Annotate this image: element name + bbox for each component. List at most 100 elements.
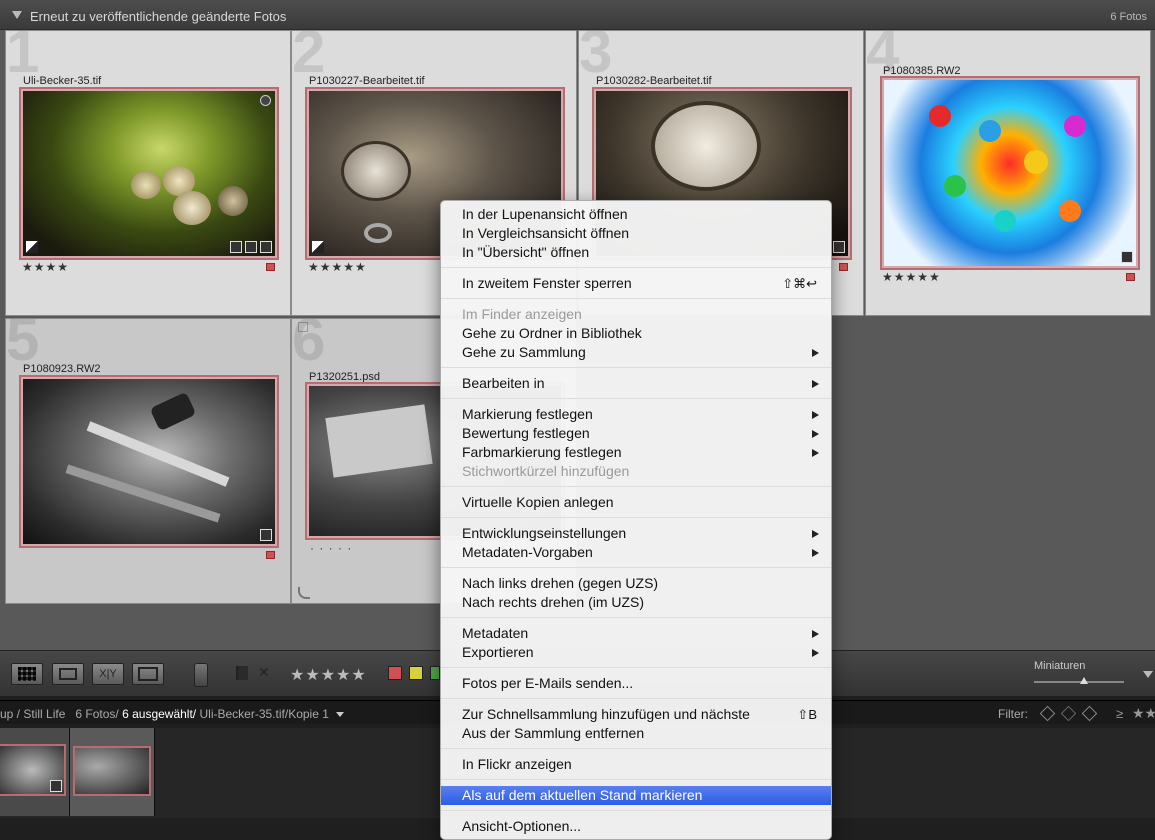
chevron-down-icon[interactable] (336, 712, 345, 718)
menu-item-go-to-collection[interactable]: Gehe zu Sammlung (441, 343, 831, 362)
menu-item-add-keyword-shortcut: Stichwortkürzel hinzufügen (462, 463, 630, 479)
thumbnail-image (23, 91, 275, 256)
filter-rating-operator[interactable]: ≥ (1116, 706, 1123, 721)
survey-icon (138, 667, 158, 681)
menu-separator (441, 567, 831, 568)
menu-item-open-loupe[interactable]: In der Lupenansicht öffnen (441, 205, 831, 224)
grid-view-button[interactable] (11, 663, 43, 685)
rating-stars[interactable]: ★★★★★ (290, 665, 367, 685)
grid-cell-5[interactable]: 5 P1080923.RW2 (5, 318, 291, 604)
quick-collection-icon[interactable] (260, 95, 271, 106)
submenu-arrow-icon (812, 549, 819, 557)
menu-item-label: Gehe zu Sammlung (462, 344, 586, 360)
menu-item-go-to-folder[interactable]: Gehe zu Ordner in Bibliothek (441, 324, 831, 343)
menu-item-label: In zweitem Fenster sperren (462, 275, 632, 291)
menu-separator (441, 810, 831, 811)
menu-item-develop-settings[interactable]: Entwicklungseinstellungen (441, 524, 831, 543)
loupe-icon (59, 668, 77, 680)
menu-item-label: Markierung festlegen (462, 406, 593, 422)
menu-item-create-virtual-copies[interactable]: Virtuelle Kopien anlegen (441, 493, 831, 512)
filmstrip-thumbnail[interactable] (0, 744, 66, 796)
star-rating[interactable]: ★★★★ (22, 260, 69, 274)
submenu-arrow-icon (812, 630, 819, 638)
virtual-copy-icon (26, 241, 38, 253)
survey-view-button[interactable] (132, 663, 164, 685)
menu-item-label: Bearbeiten in (462, 375, 545, 391)
thumbnail-frame[interactable] (880, 76, 1140, 270)
menu-separator (441, 486, 831, 487)
menu-item-label: Metadaten-Vorgaben (462, 544, 593, 560)
menu-shortcut: ⇧⌘↩ (782, 276, 817, 291)
filter-star-icon[interactable]: ★★ (1132, 705, 1155, 722)
color-label-yellow-button[interactable] (409, 666, 423, 680)
loupe-view-button[interactable] (52, 663, 84, 685)
menu-separator (441, 298, 831, 299)
collection-badge-icon (230, 241, 242, 253)
star-rating[interactable]: ★★★★★ (882, 270, 941, 284)
menu-item-view-options[interactable]: Ansicht-Optionen... (441, 817, 831, 836)
compare-view-button[interactable]: X|Y (92, 663, 124, 685)
thumbnail-image (884, 80, 1136, 266)
menu-item-set-color-label[interactable]: Farbmarkierung festlegen (441, 443, 831, 462)
menu-item-show-in-flickr[interactable]: In Flickr anzeigen (441, 755, 831, 774)
cell-index: 6 (292, 318, 326, 373)
collection-header[interactable]: Erneut zu veröffentlichende geänderte Fo… (0, 0, 1155, 30)
toolbar-menu-icon[interactable] (1143, 671, 1153, 678)
painter-icon[interactable] (194, 663, 208, 687)
menu-item-export[interactable]: Exportieren (441, 643, 831, 662)
star-rating[interactable]: · · · · · (310, 541, 352, 555)
filter-flag-icon[interactable] (1039, 705, 1056, 722)
thumbnail-frame[interactable] (19, 375, 279, 548)
breadcrumb-selected: 6 ausgewählt/ (122, 707, 197, 721)
flag-reject-icon[interactable]: ✕ (258, 664, 270, 681)
context-menu: In der Lupenansicht öffnen In Vergleichs… (440, 200, 832, 840)
filter-label: Filter: (998, 707, 1028, 721)
grid-cell-4[interactable]: 4 P1080385.RW2 ★★★★★ (865, 30, 1151, 316)
menu-separator (441, 748, 831, 749)
cell-filename: P1080923.RW2 (23, 363, 101, 375)
menu-item-mark-up-to-date[interactable]: Als auf dem aktuellen Stand markieren (441, 786, 831, 805)
slider-handle[interactable] (1080, 677, 1088, 684)
menu-item-open-compare[interactable]: In Vergleichsansicht öffnen (441, 224, 831, 243)
breadcrumb-path[interactable]: up / Still Life (0, 707, 65, 721)
submenu-arrow-icon (812, 530, 819, 538)
menu-item-open-survey[interactable]: In "Übersicht" öffnen (441, 243, 831, 262)
breadcrumb[interactable]: up / Still Life 6 Fotos/ 6 ausgewählt/ U… (0, 707, 345, 721)
menu-item-remove-from-collection[interactable]: Aus der Sammlung entfernen (441, 724, 831, 743)
menu-item-set-flag[interactable]: Markierung festlegen (441, 405, 831, 424)
thumbnail-size-slider[interactable] (1034, 677, 1124, 684)
menu-item-rotate-right[interactable]: Nach rechts drehen (im UZS) (441, 593, 831, 612)
menu-item-label: Bewertung festlegen (462, 425, 590, 441)
disclosure-triangle-icon[interactable] (12, 11, 22, 19)
thumbnail-frame[interactable] (19, 87, 279, 260)
menu-item-metadata-presets[interactable]: Metadaten-Vorgaben (441, 543, 831, 562)
menu-item-edit-in[interactable]: Bearbeiten in (441, 374, 831, 393)
color-label-red-button[interactable] (388, 666, 402, 680)
menu-item-label: Entwicklungseinstellungen (462, 525, 627, 541)
submenu-arrow-icon (812, 449, 819, 457)
filter-flag-icon[interactable] (1081, 705, 1098, 722)
menu-item-label: Zur Schnellsammlung hinzufügen und nächs… (462, 706, 750, 722)
develop-badge-icon (833, 241, 845, 253)
grid-cell-1[interactable]: 1 Uli-Becker-35.tif ★★★★ (5, 30, 291, 316)
filmstrip-cell[interactable] (0, 728, 70, 816)
menu-item-rotate-left[interactable]: Nach links drehen (gegen UZS) (441, 574, 831, 593)
menu-separator (441, 617, 831, 618)
menu-separator (441, 517, 831, 518)
color-label-red (839, 263, 848, 271)
star-rating[interactable]: ★★★★★ (308, 260, 367, 274)
filter-flag-icon[interactable] (1060, 705, 1077, 722)
filmstrip-thumbnail[interactable] (73, 746, 151, 796)
filmstrip-cell[interactable] (70, 728, 155, 816)
menu-item-add-to-quick-collection[interactable]: Zur Schnellsammlung hinzufügen und nächs… (441, 705, 831, 724)
menu-item-metadata[interactable]: Metadaten (441, 624, 831, 643)
menu-item-label: Metadaten (462, 625, 529, 641)
develop-badge-icon (260, 241, 272, 253)
menu-item-lock-second-window[interactable]: In zweitem Fenster sperren ⇧⌘↩ (441, 274, 831, 293)
menu-item-set-rating[interactable]: Bewertung festlegen (441, 424, 831, 443)
rotate-icon[interactable] (298, 587, 310, 599)
color-label-green-button[interactable] (430, 666, 440, 680)
flag-pick-icon[interactable] (236, 666, 248, 680)
breadcrumb-current[interactable]: Uli-Becker-35.tif/Kopie 1 (200, 707, 329, 721)
menu-item-email-photos[interactable]: Fotos per E-Mails senden... (441, 674, 831, 693)
